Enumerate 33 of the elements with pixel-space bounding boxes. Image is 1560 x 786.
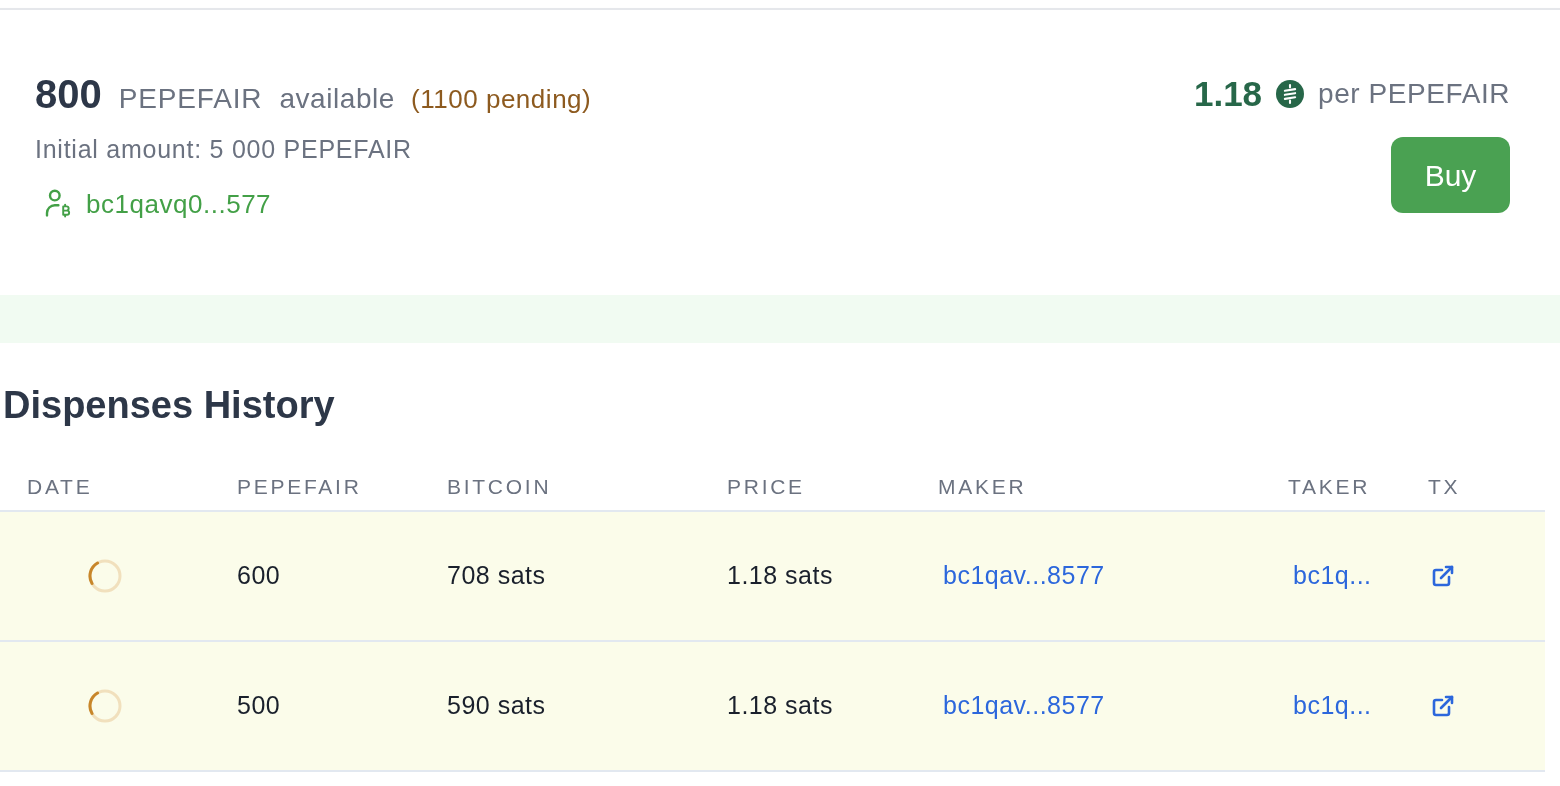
coin-icon	[1276, 80, 1305, 108]
initial-amount: Initial amount: 5 000 PEPEFAIR	[35, 134, 413, 165]
user-bitcoin-icon	[45, 189, 73, 219]
section-heading: Dispenses History	[2, 383, 336, 428]
table-cell-text: 708 sats	[447, 560, 546, 592]
column-header: TAKER	[1288, 474, 1371, 501]
amount-value: 800	[35, 74, 102, 114]
column-header: BITCOIN	[447, 474, 552, 501]
price-value: 1.18	[1193, 72, 1263, 115]
seller-address-link[interactable]: bc1qavq0...577	[86, 188, 272, 220]
table-cell-text: 590 sats	[447, 690, 546, 722]
price-unit: per PEPEFAIR	[1318, 77, 1510, 111]
table-cell-text: 500	[237, 690, 281, 722]
table-cell-text: 600	[237, 560, 281, 592]
table-cell-text: 1.18 sats	[727, 560, 833, 592]
spinner-icon	[88, 559, 122, 593]
maker-address-link[interactable]: bc1qav...8577	[943, 557, 1105, 595]
column-header: MAKER	[938, 474, 1027, 501]
column-header: PEPEFAIR	[237, 474, 362, 501]
column-header: TX	[1428, 474, 1461, 501]
maker-address-link[interactable]: bc1qav...8577	[943, 687, 1105, 725]
taker-address-link[interactable]: bc1q...	[1293, 687, 1372, 725]
status-label: available	[279, 82, 395, 116]
buy-button[interactable]: Buy	[1391, 137, 1510, 213]
column-header: PRICE	[727, 474, 805, 501]
column-header: DATE	[27, 474, 93, 501]
spinner-icon	[88, 689, 122, 723]
pending-amount: (1100 pending)	[411, 83, 592, 116]
table-cell-text: 1.18 sats	[727, 690, 833, 722]
external-link-icon[interactable]	[1431, 694, 1455, 718]
taker-address-link[interactable]: bc1q...	[1293, 557, 1372, 595]
external-link-icon[interactable]	[1431, 564, 1455, 588]
asset-label: PEPEFAIR	[118, 82, 263, 116]
